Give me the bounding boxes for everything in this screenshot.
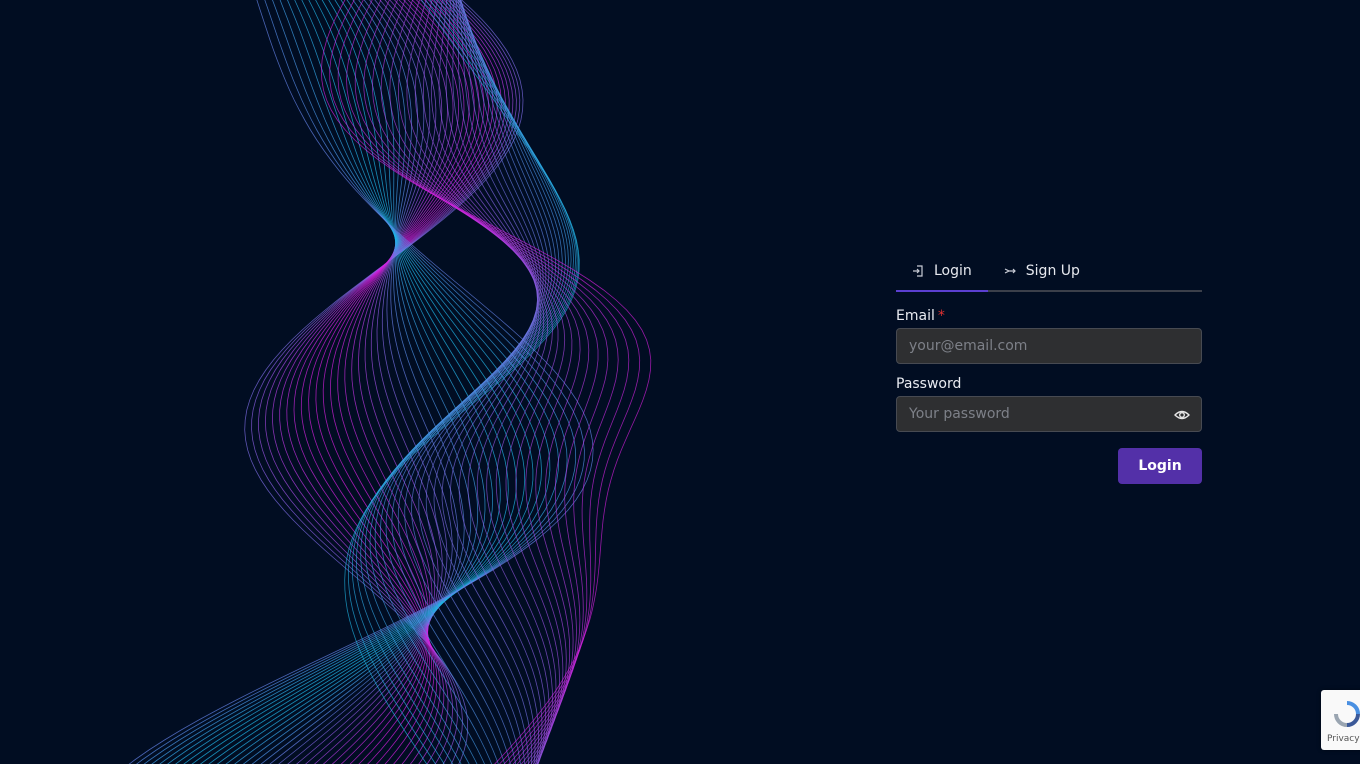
email-label-text: Email <box>896 308 935 324</box>
wave-line <box>258 0 517 764</box>
wave-line <box>183 0 534 764</box>
password-field[interactable] <box>897 397 1201 431</box>
recaptcha-icon <box>1334 701 1360 727</box>
wave-line <box>278 0 453 764</box>
tab-signup-label: Sign Up <box>1025 263 1080 279</box>
wave-line <box>191 0 526 764</box>
login-button[interactable]: Login <box>1118 448 1202 484</box>
login-page: Login Sign Up Email* Password <box>0 0 1360 764</box>
login-icon <box>912 265 924 277</box>
required-mark: * <box>937 308 945 324</box>
email-field[interactable] <box>897 329 1201 363</box>
password-field-wrapper <box>896 396 1202 432</box>
wave-line <box>251 0 472 764</box>
wave-line <box>128 0 594 764</box>
wave-line <box>331 0 460 764</box>
wave-line <box>445 0 546 764</box>
form-actions: Login <box>896 448 1202 484</box>
tab-signup[interactable]: Sign Up <box>988 252 1096 290</box>
password-label: Password <box>896 376 962 392</box>
wave-line <box>397 0 553 764</box>
wave-line <box>374 0 566 764</box>
show-password-icon[interactable] <box>1173 406 1191 424</box>
wave-lines-background <box>128 0 652 764</box>
auth-tabs: Login Sign Up <box>896 252 1202 292</box>
email-field-wrapper <box>896 328 1202 364</box>
recaptcha-terms: Privacy - Terms <box>1327 734 1360 744</box>
recaptcha-badge[interactable]: Privacy - Terms <box>1321 690 1360 750</box>
tab-login[interactable]: Login <box>896 252 988 292</box>
signup-icon <box>1004 265 1016 277</box>
tab-login-label: Login <box>934 263 972 279</box>
wave-line <box>385 0 560 764</box>
auth-panel: Login Sign Up Email* Password <box>896 252 1202 484</box>
email-label: Email * <box>896 306 1202 326</box>
